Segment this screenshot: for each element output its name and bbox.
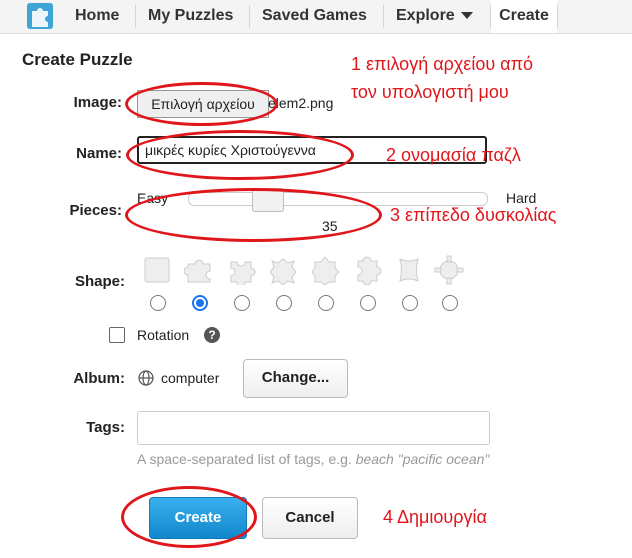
nav-home[interactable]: Home (75, 0, 119, 33)
tags-label: Tags: (86, 419, 125, 436)
image-label: Image: (73, 94, 122, 111)
change-album-button[interactable]: Change... (243, 359, 348, 398)
globe-icon (138, 370, 154, 386)
album-value: computer (161, 370, 220, 386)
nav-divider (249, 5, 250, 28)
shape-knob-piece-icon[interactable] (226, 255, 256, 285)
help-icon[interactable]: ? (204, 327, 220, 343)
shape-pointed-piece-icon[interactable] (310, 255, 340, 285)
top-nav: Home My Puzzles Saved Games Explore Crea… (0, 0, 632, 34)
annotation-step1-line1: 1 επιλογή αρχείου από (351, 54, 534, 74)
chevron-down-icon (460, 12, 473, 20)
pieces-label: Pieces: (69, 202, 122, 219)
rotation-label: Rotation (137, 327, 190, 343)
shape-square-icon[interactable] (142, 255, 172, 285)
rotation-checkbox[interactable] (109, 327, 125, 343)
shape-gear-piece-icon[interactable] (434, 255, 464, 285)
shape-round-piece-icon[interactable] (352, 255, 382, 285)
name-label: Name: (76, 145, 122, 162)
cancel-button[interactable]: Cancel (262, 497, 358, 539)
highlight-oval-name (126, 130, 354, 180)
nav-saved-games[interactable]: Saved Games (262, 0, 367, 33)
nav-create[interactable]: Create (491, 0, 557, 33)
shape-radio[interactable] (192, 295, 208, 311)
highlight-oval-file (125, 82, 278, 126)
shape-radio[interactable] (318, 295, 334, 311)
highlight-oval-pieces (125, 188, 382, 242)
annotation-step2: 2 ονομασία παζλ (386, 145, 521, 165)
annotation-step4: 4 Δημιουργία (383, 507, 487, 527)
slider-hard-label: Hard (506, 190, 537, 206)
shape-radio[interactable] (234, 295, 250, 311)
annotation-step3: 3 επίπεδο δυσκολίας (390, 205, 557, 225)
nav-explore[interactable]: Explore (396, 0, 473, 33)
shape-radio[interactable] (442, 295, 458, 311)
tags-hint-text: A space-separated list of tags, e.g. (137, 451, 356, 467)
puzzle-logo-icon[interactable] (27, 3, 53, 29)
shape-wavy-piece-icon[interactable] (268, 255, 298, 285)
tags-input[interactable] (137, 411, 490, 445)
shape-curved-piece-icon[interactable] (394, 255, 424, 285)
nav-my-puzzles[interactable]: My Puzzles (148, 0, 233, 33)
tags-hint: A space-separated list of tags, e.g. bea… (137, 451, 489, 467)
album-label: Album: (73, 370, 125, 387)
tags-hint-example: beach "pacific ocean" (355, 451, 490, 467)
shape-radio[interactable] (402, 295, 418, 311)
shape-radio[interactable] (276, 295, 292, 311)
shape-radio[interactable] (360, 295, 376, 311)
nav-explore-label: Explore (396, 7, 455, 24)
nav-divider (135, 5, 136, 28)
shape-label: Shape: (74, 273, 125, 290)
annotation-step1-line2: τον υπολογιστή μου (351, 82, 509, 102)
page-title: Create Puzzle (22, 50, 133, 69)
shape-classic-piece-icon[interactable] (184, 255, 214, 285)
nav-divider (383, 5, 384, 28)
shape-radio[interactable] (150, 295, 166, 311)
nav-divider (557, 5, 558, 28)
highlight-oval-create (121, 486, 257, 548)
